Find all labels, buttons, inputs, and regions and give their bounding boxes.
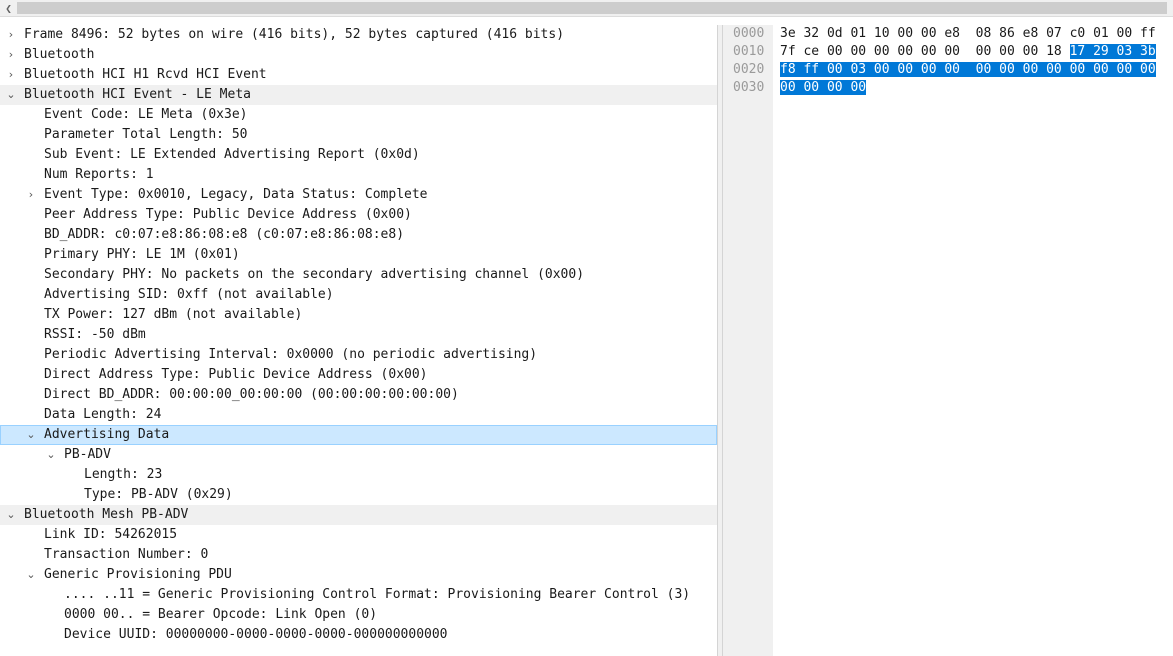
tree-row-label: Peer Address Type: Public Device Address… <box>44 207 412 222</box>
tree-row-label: Secondary PHY: No packets on the seconda… <box>44 267 585 282</box>
tree-row[interactable]: ⌄ Bluetooth Mesh PB-ADV <box>0 505 717 525</box>
tree-row[interactable]: Data Length: 24 <box>0 405 717 425</box>
tree-row-label: Direct BD_ADDR: 00:00:00_00:00:00 (00:00… <box>44 387 459 402</box>
hex-line[interactable]: 7f ce 00 00 00 00 00 00 00 00 00 18 17 2… <box>780 43 1156 61</box>
chevron-right-icon[interactable]: › <box>24 185 38 205</box>
tree-row[interactable]: Peer Address Type: Public Device Address… <box>0 205 717 225</box>
tree-row[interactable]: Sub Event: LE Extended Advertising Repor… <box>0 145 717 165</box>
chevron-left-icon[interactable]: ❮ <box>0 0 17 16</box>
hex-line[interactable]: 3e 32 0d 01 10 00 00 e8 08 86 e8 07 c0 0… <box>780 25 1156 43</box>
tree-row[interactable]: Primary PHY: LE 1M (0x01) <box>0 245 717 265</box>
tree-row[interactable]: TX Power: 127 dBm (not available) <box>0 305 717 325</box>
tree-row-label: TX Power: 127 dBm (not available) <box>44 307 303 322</box>
hex-bytes-highlighted: 17 29 03 3b <box>1069 44 1156 59</box>
tree-row-label: Length: 23 <box>84 467 163 482</box>
tree-row[interactable]: Periodic Advertising Interval: 0x0000 (n… <box>0 345 717 365</box>
tree-row-label: Sub Event: LE Extended Advertising Repor… <box>44 147 420 162</box>
tree-row[interactable]: BD_ADDR: c0:07:e8:86:08:e8 (c0:07:e8:86:… <box>0 225 717 245</box>
tree-row[interactable]: Direct BD_ADDR: 00:00:00_00:00:00 (00:00… <box>0 385 717 405</box>
chevron-down-icon[interactable]: ⌄ <box>4 85 18 105</box>
hex-bytes-highlighted: 00 00 00 00 <box>780 80 867 95</box>
tree-row[interactable]: Parameter Total Length: 50 <box>0 125 717 145</box>
chevron-down-icon[interactable]: ⌄ <box>24 425 38 445</box>
tree-row-label: Bluetooth HCI Event - LE Meta <box>24 87 251 102</box>
tree-row[interactable]: ⌄ Bluetooth HCI Event - LE Meta <box>0 85 717 105</box>
tree-row-label: BD_ADDR: c0:07:e8:86:08:e8 (c0:07:e8:86:… <box>44 227 405 242</box>
chevron-down-icon[interactable]: ⌄ <box>4 505 18 525</box>
tree-row[interactable]: Advertising SID: 0xff (not available) <box>0 285 717 305</box>
tree-row-label: .... ..11 = Generic Provisioning Control… <box>64 587 691 602</box>
hex-bytes: 7f ce 00 00 00 00 00 00 00 00 00 18 <box>780 44 1070 59</box>
tree-row-label: Generic Provisioning PDU <box>44 567 232 582</box>
tree-row[interactable]: ⌄ PB-ADV <box>0 445 717 465</box>
tree-row-label: Type: PB-ADV (0x29) <box>84 487 233 502</box>
tree-row[interactable]: Secondary PHY: No packets on the seconda… <box>0 265 717 285</box>
tree-row-label: 0000 00.. = Bearer Opcode: Link Open (0) <box>64 607 378 622</box>
tree-row[interactable]: RSSI: -50 dBm <box>0 325 717 345</box>
tree-row-label: RSSI: -50 dBm <box>44 327 146 342</box>
hex-bytes-column[interactable]: 3e 32 0d 01 10 00 00 e8 08 86 e8 07 c0 0… <box>780 25 1156 97</box>
tree-row-label: Data Length: 24 <box>44 407 162 422</box>
tree-row[interactable]: › Frame 8496: 52 bytes on wire (416 bits)… <box>0 25 717 45</box>
tree-row[interactable]: Event Code: LE Meta (0x3e) <box>0 105 717 125</box>
packet-bytes-pane: 0000 0010 0020 0030 3e 32 0d 01 10 00 00 e8… <box>723 25 1173 656</box>
chevron-down-icon[interactable]: ⌄ <box>44 445 58 465</box>
tree-row-label: Advertising Data <box>44 427 170 442</box>
hex-line[interactable]: f8 ff 00 03 00 00 00 00 00 00 00 00 00 0… <box>780 61 1156 79</box>
packet-details-tree: › Frame 8496: 52 bytes on wire (416 bits)… <box>0 25 717 656</box>
chevron-down-icon[interactable]: ⌄ <box>24 565 38 585</box>
tree-row[interactable]: Length: 23 <box>0 465 717 485</box>
tree-row[interactable]: › Bluetooth HCI H1 Rcvd HCI Event <box>0 65 717 85</box>
tree-row-label: Link ID: 54262015 <box>44 527 178 542</box>
tree-row-label: Transaction Number: 0 <box>44 547 209 562</box>
tree-row-label: Bluetooth <box>24 47 95 62</box>
tree-row-label: Frame 8496: 52 bytes on wire (416 bits),… <box>24 27 565 42</box>
tree-row[interactable]: › Event Type: 0x0010, Legacy, Data Status… <box>0 185 717 205</box>
tree-row-label: Periodic Advertising Interval: 0x0000 (n… <box>44 347 538 362</box>
tree-row[interactable]: 0000 00.. = Bearer Opcode: Link Open (0) <box>0 605 717 625</box>
hex-offset: 0010 <box>733 44 765 59</box>
hex-offset: 0000 <box>733 26 765 41</box>
tree-row[interactable]: Transaction Number: 0 <box>0 545 717 565</box>
hex-line[interactable]: 00 00 00 00 <box>780 79 1156 97</box>
tree-row-label: Direct Address Type: Public Device Addre… <box>44 367 428 382</box>
chevron-right-icon[interactable]: › <box>4 65 18 85</box>
horizontal-scrollbar[interactable]: ❮ <box>0 0 1173 17</box>
tree-row-label: Device UUID: 00000000-0000-0000-0000-000… <box>64 627 448 642</box>
tree-row-label: Num Reports: 1 <box>44 167 154 182</box>
tree-row[interactable]: Device UUID: 00000000-0000-0000-0000-000… <box>0 625 717 645</box>
chevron-right-icon[interactable]: › <box>4 45 18 65</box>
tree-row-label: Bluetooth Mesh PB-ADV <box>24 507 189 522</box>
tree-row-label: Event Code: LE Meta (0x3e) <box>44 107 248 122</box>
tree-row[interactable]: Direct Address Type: Public Device Addre… <box>0 365 717 385</box>
tree-row[interactable]: ⌄ Generic Provisioning PDU <box>0 565 717 585</box>
hex-bytes-highlighted: f8 ff 00 03 00 00 00 00 00 00 00 00 00 0… <box>780 62 1156 77</box>
tree-row-label: PB-ADV <box>64 447 111 462</box>
tree-row[interactable]: .... ..11 = Generic Provisioning Control… <box>0 585 717 605</box>
tree-row[interactable]: Link ID: 54262015 <box>0 525 717 545</box>
tree-row[interactable]: Num Reports: 1 <box>0 165 717 185</box>
hex-bytes: 3e 32 0d 01 10 00 00 e8 08 86 e8 07 c0 0… <box>780 26 1156 41</box>
hex-offset: 0030 <box>733 80 765 95</box>
tree-row-label: Event Type: 0x0010, Legacy, Data Status:… <box>44 187 428 202</box>
tree-row-label: Bluetooth HCI H1 Rcvd HCI Event <box>24 67 267 82</box>
hex-offset-column: 0000 0010 0020 0030 <box>723 25 773 656</box>
hex-offset: 0020 <box>733 62 765 77</box>
tree-row-label: Parameter Total Length: 50 <box>44 127 248 142</box>
tree-row[interactable]: Type: PB-ADV (0x29) <box>0 485 717 505</box>
tree-row[interactable]: ⌄ Advertising Data <box>0 425 717 445</box>
tree-row-label: Primary PHY: LE 1M (0x01) <box>44 247 240 262</box>
tree-row[interactable]: › Bluetooth <box>0 45 717 65</box>
tree-row-label: Advertising SID: 0xff (not available) <box>44 287 334 302</box>
chevron-right-icon[interactable]: › <box>4 25 18 45</box>
scrollbar-thumb[interactable] <box>17 2 1167 14</box>
